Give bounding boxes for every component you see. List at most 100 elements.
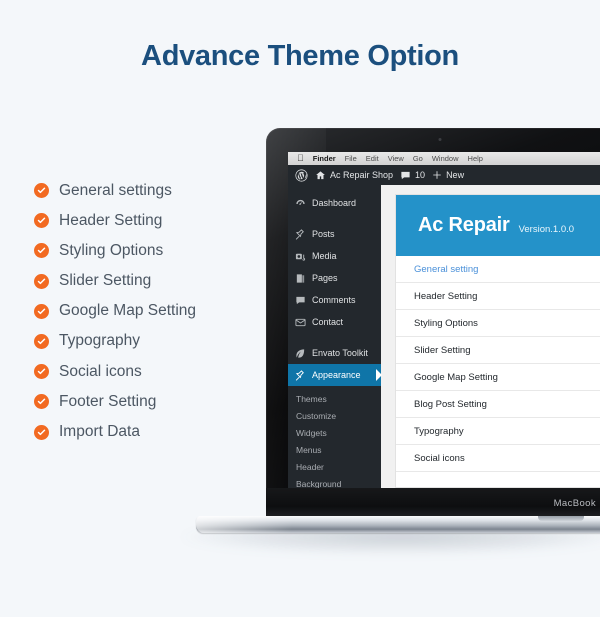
feature-item: Header Setting [34,208,264,233]
feature-label: Slider Setting [59,272,152,290]
comments-count[interactable]: 10 [400,170,425,181]
wordpress-content-area: Ac Repair Version.1.0.0 General setting H… [381,185,600,488]
page-title: Advance Theme Option [141,40,459,72]
sidebar-item-label: Posts [312,229,335,239]
comments-count-label: 10 [415,170,426,180]
feature-item: Import Data [34,420,264,445]
sidebar-item-comments[interactable]: Comments [288,289,381,311]
feature-list: General settings Header Setting Styling Op… [34,178,264,450]
pin-icon [295,228,306,240]
menubar-item-finder[interactable]: Finder [313,155,336,163]
wordpress-logo-icon[interactable] [295,168,308,182]
laptop-bottom-bezel: MacBook [266,488,600,519]
menubar-item-window[interactable]: Window [432,155,459,163]
feature-item: General settings [34,178,264,203]
check-circle-icon [34,364,49,380]
theme-options-banner: Ac Repair Version.1.0.0 [396,195,600,256]
theme-option-slider-setting[interactable]: Slider Setting [396,337,600,364]
sidebar-item-label: Envato Toolkit [312,348,368,358]
check-circle-icon [34,394,49,410]
feature-label: Typography [59,332,140,350]
feature-label: Header Setting [59,211,163,229]
submenu-item-header[interactable]: Header [288,459,381,476]
feature-item: Social icons [34,359,264,384]
theme-option-header-setting[interactable]: Header Setting [396,283,600,310]
menubar-item-view[interactable]: View [388,155,404,163]
sidebar-separator [288,214,381,223]
new-content-button[interactable]: New [432,170,464,180]
check-circle-icon [34,213,49,229]
appearance-submenu: Themes Customize Widgets Menus Header Backgro… [288,386,381,488]
site-name-link[interactable]: Ac Repair Shop [315,170,393,181]
sidebar-item-media[interactable]: Media [288,245,381,267]
wordpress-admin-body: Dashboard Posts Media Pages Comments Contact E… [288,185,600,488]
envelope-icon [295,317,306,328]
feature-label: Footer Setting [59,392,157,410]
submenu-item-customize[interactable]: Customize [288,408,381,425]
sidebar-item-label: Dashboard [312,198,357,208]
sidebar-item-dashboard[interactable]: Dashboard [288,192,381,214]
site-name-label: Ac Repair Shop [330,170,394,180]
comment-bubble-icon [401,171,410,179]
feature-item: Slider Setting [34,269,264,294]
laptop-screen:  Finder File Edit View Go Window Help [288,152,600,488]
sidebar-item-envato-toolkit[interactable]: Envato Toolkit [288,342,381,364]
submenu-item-widgets[interactable]: Widgets [288,425,381,442]
apple-logo-icon:  [297,154,304,163]
plus-icon [433,171,441,179]
submenu-item-themes[interactable]: Themes [288,391,381,408]
laptop-base [196,516,600,533]
submenu-item-background[interactable]: Background [288,476,381,488]
check-circle-icon [34,183,49,198]
sidebar-item-contact[interactable]: Contact [288,311,381,333]
menubar-item-go[interactable]: Go [413,155,423,163]
feature-item: Footer Setting [34,389,264,414]
sidebar-separator [288,333,381,342]
dashboard-icon [295,198,306,209]
sidebar-item-posts[interactable]: Posts [288,223,381,245]
theme-option-styling-options[interactable]: Styling Options [396,310,600,337]
wordpress-sidebar: Dashboard Posts Media Pages Comments Contact E… [288,185,382,488]
theme-options-list: General setting Header Setting Styling Opt… [396,256,600,472]
submenu-item-menus[interactable]: Menus [288,442,381,459]
theme-options-panel: Ac Repair Version.1.0.0 General setting H… [395,194,600,488]
feature-label: Google Map Setting [59,302,197,320]
theme-option-general-setting[interactable]: General setting [396,256,600,283]
theme-option-blog-post-setting[interactable]: Blog Post Setting [396,391,600,418]
brush-icon [295,369,306,381]
wordpress-admin-bar: Ac Repair Shop 10 New [288,165,600,185]
promo-graphic: Advance Theme Option General settings Hea… [0,0,600,617]
feature-item: Google Map Setting [34,299,264,324]
feature-item: Styling Options [34,238,264,263]
home-icon [316,170,325,179]
menubar-item-file[interactable]: File [345,155,357,163]
feature-label: General settings [59,181,172,199]
sidebar-item-label: Comments [312,295,356,305]
sidebar-item-label: Media [312,251,337,261]
theme-name: Ac Repair [418,214,510,236]
comment-icon [295,295,306,306]
check-circle-icon [34,424,49,440]
theme-option-typography[interactable]: Typography [396,418,600,445]
feature-label: Styling Options [59,241,164,259]
sidebar-item-label: Contact [312,317,344,327]
check-circle-icon [34,243,49,259]
theme-option-social-icons[interactable]: Social icons [396,445,600,472]
pages-icon [295,273,306,284]
new-content-label: New [446,170,465,180]
macos-menubar:  Finder File Edit View Go Window Help [288,152,600,165]
sidebar-item-label: Pages [312,273,338,283]
leaf-icon [295,348,306,359]
device-model-label: MacBook [553,498,596,509]
feature-label: Social icons [59,362,142,380]
sidebar-item-appearance[interactable]: Appearance [288,364,382,386]
feature-label: Import Data [59,423,140,440]
check-circle-icon [34,273,49,289]
sidebar-item-pages[interactable]: Pages [288,267,381,289]
theme-option-google-map-setting[interactable]: Google Map Setting [396,364,600,391]
laptop-base-notch [538,516,584,521]
check-circle-icon [34,303,49,319]
menubar-item-edit[interactable]: Edit [366,155,379,163]
menubar-item-help[interactable]: Help [468,155,483,163]
theme-version: Version.1.0.0 [518,223,575,235]
